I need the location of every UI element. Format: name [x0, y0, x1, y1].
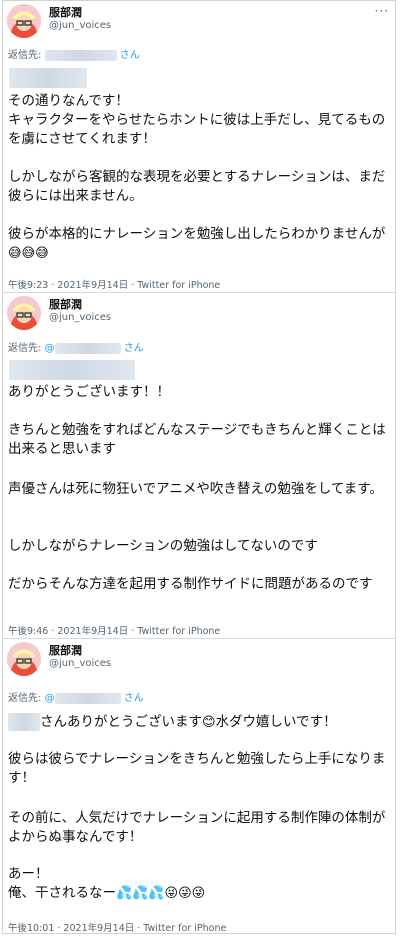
tweet-3[interactable]: 服部潤 @jun_voices 返信先: @ さん さんありがとうございます😊水…: [3, 639, 397, 935]
tweet-text-p3: その前に、人気だけでナレーションに起用する制作陣の体制がよからぬ事なんです！: [8, 810, 386, 845]
tweet-1[interactable]: 服部潤 @jun_voices ··· 返信先: さん その通りなんです！ キャ…: [3, 1, 397, 293]
user-handle[interactable]: @jun_voices: [49, 312, 111, 323]
sweat-smile-emoji: 😅😅😅: [8, 246, 49, 261]
tweet-text-p3: 声優さんは死に物狂いでアニメや吹き替えの勉強をしてます。: [8, 481, 383, 497]
tweet-text-p4: しかしながらナレーションの勉強はしてないのです: [8, 538, 318, 554]
smiling-face-emoji: 😊: [202, 715, 216, 730]
reply-to: 返信先: @ さん: [8, 689, 144, 704]
redacted-username: [54, 692, 121, 704]
display-name[interactable]: 服部潤: [49, 4, 82, 20]
tweet-thread: 服部潤 @jun_voices ··· 返信先: さん その通りなんです！ キャ…: [2, 0, 396, 934]
redacted-mention: [9, 360, 135, 380]
tweet-text-p1: ありがとうございます！！: [8, 384, 170, 400]
reply-mention[interactable]: @ さん: [45, 342, 144, 354]
redacted-name: [8, 713, 40, 731]
avatar-image: [7, 642, 41, 676]
redacted-username: [54, 342, 121, 354]
tweet-text-p3: 彼らが本格的にナレーションを勉強し出したらわかりませんが😅😅😅: [8, 226, 386, 261]
reply-label: 返信先:: [8, 343, 42, 354]
reply-to: 返信先: @ さん: [8, 339, 144, 354]
avatar[interactable]: [7, 4, 41, 38]
reply-mention[interactable]: さん: [44, 49, 140, 61]
tweet-text-p2: きちんと勉強をすればどんなステージでもきちんと輝くことは出来ると思います: [8, 422, 386, 457]
tweet-text-p1: さんありがとうございます😊水ダウ嬉しいです！: [8, 713, 394, 732]
tweet-text-p2: しかしながら客観的な表現を必要とするナレーションは、まだ彼らには出来ません。: [8, 169, 386, 204]
reply-label: 返信先:: [8, 693, 42, 704]
reply-mention[interactable]: @ さん: [45, 692, 144, 704]
more-horizontal-icon[interactable]: ···: [375, 4, 389, 18]
tweet-text-p4: あー！ 俺、干されるなー💦💦💦😜😜😜: [8, 866, 206, 901]
tweet-2[interactable]: 服部潤 @jun_voices 返信先: @ さん ありがとうございます！！ き…: [3, 293, 397, 639]
tweet-timestamp[interactable]: 午後9:23 · 2021年9月14日 · Twitter for iPhone: [8, 277, 220, 291]
avatar-image: [7, 296, 41, 330]
tweet-timestamp[interactable]: 午後9:46 · 2021年9月14日 · Twitter for iPhone: [8, 623, 220, 637]
avatar[interactable]: [7, 296, 41, 330]
tweet-text-p1: その通りなんです！ キャラクターをやらせたらホントに彼は上手だし、見てるものを虜…: [8, 93, 386, 147]
user-handle[interactable]: @jun_voices: [49, 658, 111, 669]
redacted-mention: [9, 68, 87, 88]
avatar[interactable]: [7, 642, 41, 676]
display-name[interactable]: 服部潤: [49, 296, 82, 312]
user-handle[interactable]: @jun_voices: [49, 20, 111, 31]
display-name[interactable]: 服部潤: [49, 642, 82, 658]
reply-to: 返信先: さん: [8, 46, 140, 61]
sweat-droplets-winking-tongue-emoji: 💦💦💦😜😜😜: [116, 886, 206, 901]
tweet-text-p5: だからそんな方達を起用する制作サイドに問題があるのです: [8, 576, 373, 592]
tweet-timestamp[interactable]: 午後10:01 · 2021年9月14日 · Twitter for iPhon…: [8, 920, 226, 934]
tweet-text-p2: 彼らは彼らでナレーションをきちんと勉強したら上手になります！: [8, 751, 386, 786]
redacted-username: [44, 49, 117, 61]
reply-label: 返信先:: [8, 50, 42, 61]
avatar-image: [7, 4, 41, 38]
